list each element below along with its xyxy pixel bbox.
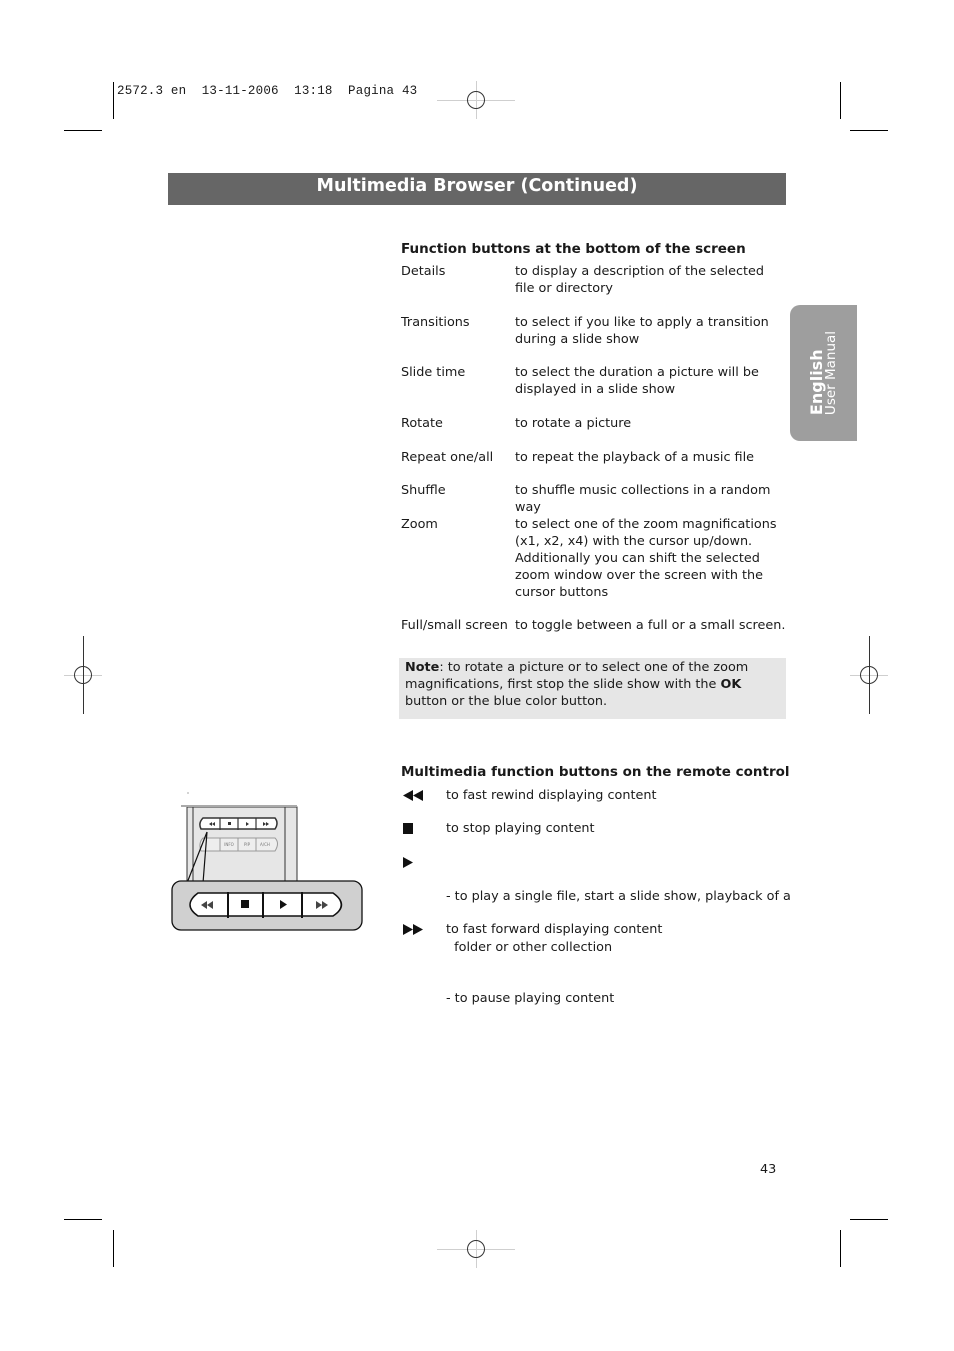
- stop-icon: [403, 823, 413, 834]
- note-box: Note: to rotate a picture or to select o…: [399, 658, 786, 719]
- remote-button-desc: to stop playing content: [446, 821, 595, 836]
- crop-mark: [64, 1219, 102, 1220]
- play-icon: [403, 857, 413, 868]
- function-term: Full/small screen: [401, 618, 508, 633]
- callout-stop-icon: [241, 900, 249, 908]
- page-number: 43: [760, 1162, 777, 1177]
- language-label: English: [806, 349, 826, 416]
- remote-button-desc: - to play a single file, start a slide s…: [446, 889, 791, 1006]
- function-term: Slide time: [401, 365, 466, 380]
- remote-control-illustration: INFO PIP A/CH: [171, 792, 363, 931]
- function-term: Repeat one/all: [401, 450, 494, 465]
- function-term: Shuffle: [401, 483, 446, 498]
- function-desc: to toggle between a full or a small scre…: [515, 618, 786, 633]
- function-buttons-heading: Function buttons at the bottom of the sc…: [401, 241, 746, 257]
- note-text: Note: to rotate a picture or to select o…: [405, 660, 749, 709]
- function-term: Transitions: [401, 315, 470, 330]
- remote-button-desc: to fast forward displaying content: [446, 922, 663, 937]
- note-label: Note: [405, 660, 440, 675]
- function-term: Zoom: [401, 517, 438, 532]
- remote-small-transport-row: [199, 817, 278, 830]
- remote-button-desc: to fast rewind displaying content: [446, 788, 657, 803]
- crop-mark: [113, 1230, 114, 1267]
- crop-mark: [113, 82, 114, 119]
- registration-mark-right: [850, 636, 888, 714]
- registration-mark-bottom: [437, 1230, 515, 1268]
- crop-mark: [64, 130, 102, 131]
- function-desc: to shuffle music collections in a random…: [515, 483, 771, 515]
- ok-button-label: OK: [720, 677, 742, 692]
- crop-mark: [840, 1230, 841, 1267]
- registration-mark-left: [64, 636, 102, 714]
- info-button-label: INFO: [224, 842, 234, 847]
- page-title: Multimedia Browser (Continued): [168, 173, 786, 205]
- function-term: Rotate: [401, 416, 443, 431]
- crop-mark: [850, 1219, 888, 1220]
- print-slug: 2572.3 en 13-11-2006 13:18 Pagina 43: [117, 84, 418, 98]
- manual-label: User Manual: [822, 330, 839, 416]
- callout-transport-buttons: [189, 892, 343, 918]
- pip-button-label: PIP: [244, 842, 251, 847]
- function-desc: to select if you like to apply a transit…: [515, 315, 769, 347]
- function-desc: to select one of the zoom magnifications…: [515, 517, 777, 600]
- function-desc: to repeat the playback of a music file: [515, 450, 755, 465]
- crop-mark: [840, 82, 841, 119]
- registration-mark-top: [437, 81, 515, 119]
- language-side-tab: English User Manual: [790, 305, 857, 441]
- fast-forward-icon: [403, 924, 423, 935]
- fast-rewind-icon: [403, 790, 423, 801]
- function-desc: to rotate a picture: [515, 416, 632, 431]
- function-desc: to select the duration a picture will be…: [515, 365, 759, 397]
- crop-mark: [850, 130, 888, 131]
- function-term: Details: [401, 264, 446, 279]
- ach-button-label: A/CH: [260, 842, 270, 847]
- function-desc: to display a description of the selected…: [515, 264, 765, 296]
- remote-small-info-row: INFO PIP A/CH: [199, 837, 278, 852]
- remote-buttons-heading: Multimedia function buttons on the remot…: [401, 764, 790, 780]
